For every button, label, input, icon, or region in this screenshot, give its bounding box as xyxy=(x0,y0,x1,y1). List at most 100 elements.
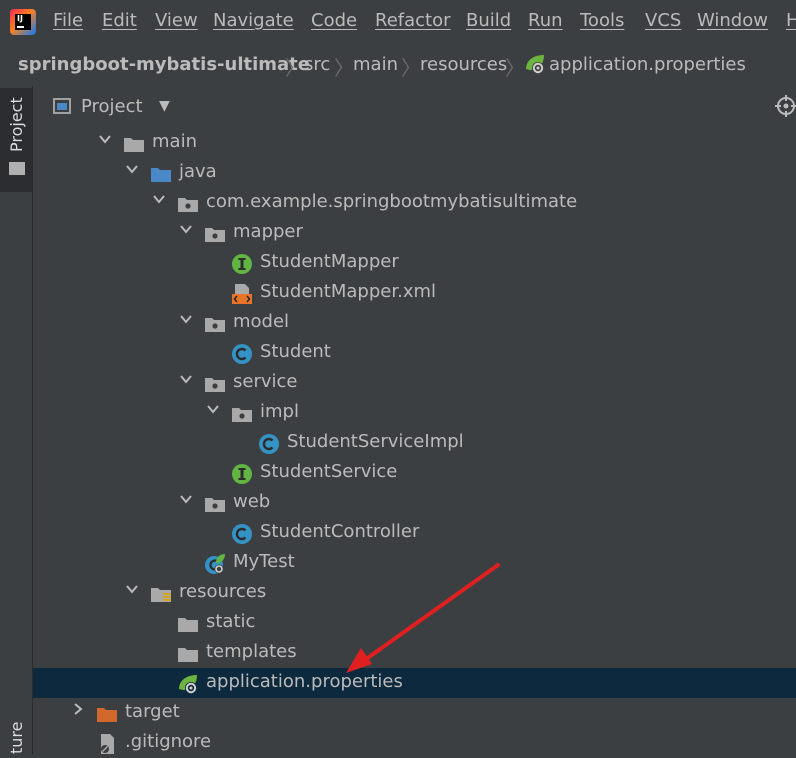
structure-tab-label[interactable]: ture xyxy=(7,722,26,754)
class-icon xyxy=(259,434,279,454)
package-icon xyxy=(205,498,225,512)
tree-label: impl xyxy=(260,401,299,422)
tree-row-studentserviceimpl[interactable]: StudentServiceImpl xyxy=(33,428,796,458)
tree-label: service xyxy=(233,371,298,392)
menu-view[interactable]: View xyxy=(155,10,198,31)
tree-row-java[interactable]: java xyxy=(33,158,796,188)
class-icon xyxy=(232,344,252,364)
breadcrumb: springboot-mybatis-ultimate 〉 src 〉 main… xyxy=(0,44,796,87)
interface-icon xyxy=(232,464,252,484)
breadcrumb-main[interactable]: main xyxy=(353,54,398,75)
chevron-down-icon[interactable] xyxy=(179,372,193,386)
tree-label: model xyxy=(233,311,290,332)
tree-label: java xyxy=(179,161,217,182)
menu-edit[interactable]: Edit xyxy=(102,10,137,31)
menu-navigate[interactable]: Navigate xyxy=(213,10,294,31)
tree-row-static[interactable]: static xyxy=(33,608,796,638)
folder-icon xyxy=(9,162,25,175)
tree-row-studentcontroller[interactable]: StudentController xyxy=(33,518,796,548)
chevron-down-icon[interactable] xyxy=(206,402,220,416)
tree-label: Student xyxy=(260,341,331,362)
chevron-down-icon[interactable] xyxy=(152,192,166,206)
tree-row-web[interactable]: web xyxy=(33,488,796,518)
tree-row-templates[interactable]: templates xyxy=(33,638,796,668)
tree-label: mapper xyxy=(233,221,303,242)
source-folder-icon xyxy=(151,168,171,182)
menu-help[interactable]: H xyxy=(786,10,796,31)
breadcrumb-resources[interactable]: resources xyxy=(420,54,507,75)
breadcrumb-chevron-icon: 〉 xyxy=(401,56,421,80)
chevron-down-icon[interactable] xyxy=(125,162,139,176)
menu-refactor[interactable]: Refactor xyxy=(375,10,451,31)
tree-label: StudentMapper xyxy=(260,251,399,272)
project-tree: main java com.example.springbootmybatisu… xyxy=(33,128,796,754)
package-icon xyxy=(205,318,225,332)
chevron-down-icon[interactable]: ▼ xyxy=(159,98,170,114)
tree-label: main xyxy=(152,131,197,152)
chevron-right-icon[interactable] xyxy=(71,702,85,716)
tree-label: StudentService xyxy=(260,461,398,482)
folder-icon xyxy=(178,648,198,662)
menu-bar: IJ File Edit View Navigate Code Refactor… xyxy=(0,0,796,44)
tree-label: resources xyxy=(179,581,267,602)
menu-run[interactable]: Run xyxy=(528,10,563,31)
breadcrumb-chevron-icon: 〉 xyxy=(285,56,305,80)
folder-icon xyxy=(124,138,144,152)
spring-boot-class-icon xyxy=(205,554,225,574)
tree-row-target[interactable]: target xyxy=(33,698,796,728)
folder-icon xyxy=(178,618,198,632)
spring-properties-icon xyxy=(526,55,544,74)
tree-label: application.properties xyxy=(206,671,403,692)
chevron-down-icon[interactable] xyxy=(179,222,193,236)
tree-row-resources[interactable]: resources xyxy=(33,578,796,608)
class-icon xyxy=(232,524,252,544)
tree-row-studentservice[interactable]: StudentService xyxy=(33,458,796,488)
tree-row-main[interactable]: main xyxy=(33,128,796,158)
project-tool-tab[interactable]: Project xyxy=(0,88,32,192)
chevron-down-icon[interactable] xyxy=(98,132,112,146)
resources-folder-icon xyxy=(151,588,171,602)
project-tool-header: Project ▼ xyxy=(33,86,796,128)
menu-file[interactable]: File xyxy=(53,10,83,31)
menu-code[interactable]: Code xyxy=(311,10,357,31)
xml-file-icon xyxy=(232,284,252,304)
tree-label: MyTest xyxy=(233,551,295,572)
tree-row-package[interactable]: com.example.springbootmybatisultimate xyxy=(33,188,796,218)
project-view-title[interactable]: Project xyxy=(81,96,143,117)
project-tab-label: Project xyxy=(7,97,26,152)
breadcrumb-chevron-icon: 〉 xyxy=(334,56,354,80)
menu-build[interactable]: Build xyxy=(466,10,511,31)
menu-vcs[interactable]: VCS xyxy=(645,10,681,31)
package-icon xyxy=(232,408,252,422)
tree-row-studentmapper-xml[interactable]: StudentMapper.xml xyxy=(33,278,796,308)
tree-row-service[interactable]: service xyxy=(33,368,796,398)
tree-row-model[interactable]: model xyxy=(33,308,796,338)
tree-label: templates xyxy=(206,641,297,662)
tree-row-mytest[interactable]: MyTest xyxy=(33,548,796,578)
tree-row-mapper[interactable]: mapper xyxy=(33,218,796,248)
menu-tools[interactable]: Tools xyxy=(580,10,624,31)
intellij-logo-icon[interactable]: IJ xyxy=(10,9,36,35)
chevron-down-icon[interactable] xyxy=(125,582,139,596)
package-icon xyxy=(205,228,225,242)
interface-icon xyxy=(232,254,252,274)
tree-label: StudentMapper.xml xyxy=(260,281,437,302)
breadcrumb-src[interactable]: src xyxy=(304,54,330,75)
project-view-icon xyxy=(53,98,71,114)
chevron-down-icon[interactable] xyxy=(179,312,193,326)
package-icon xyxy=(205,378,225,392)
gitignore-file-icon xyxy=(101,734,114,754)
locate-target-icon[interactable] xyxy=(775,95,796,117)
breadcrumb-application-properties[interactable]: application.properties xyxy=(549,54,746,75)
tree-row-studentmapper[interactable]: StudentMapper xyxy=(33,248,796,278)
excluded-folder-icon xyxy=(97,708,117,722)
chevron-down-icon[interactable] xyxy=(179,492,193,506)
menu-window[interactable]: Window xyxy=(697,10,768,31)
tree-label: .gitignore xyxy=(125,731,212,752)
tree-row-student[interactable]: Student xyxy=(33,338,796,368)
breadcrumb-project[interactable]: springboot-mybatis-ultimate xyxy=(18,54,310,75)
tree-label: web xyxy=(233,491,271,512)
tree-row-application-properties[interactable]: application.properties xyxy=(33,668,796,698)
tree-row-impl[interactable]: impl xyxy=(33,398,796,428)
spring-properties-icon xyxy=(179,675,197,694)
